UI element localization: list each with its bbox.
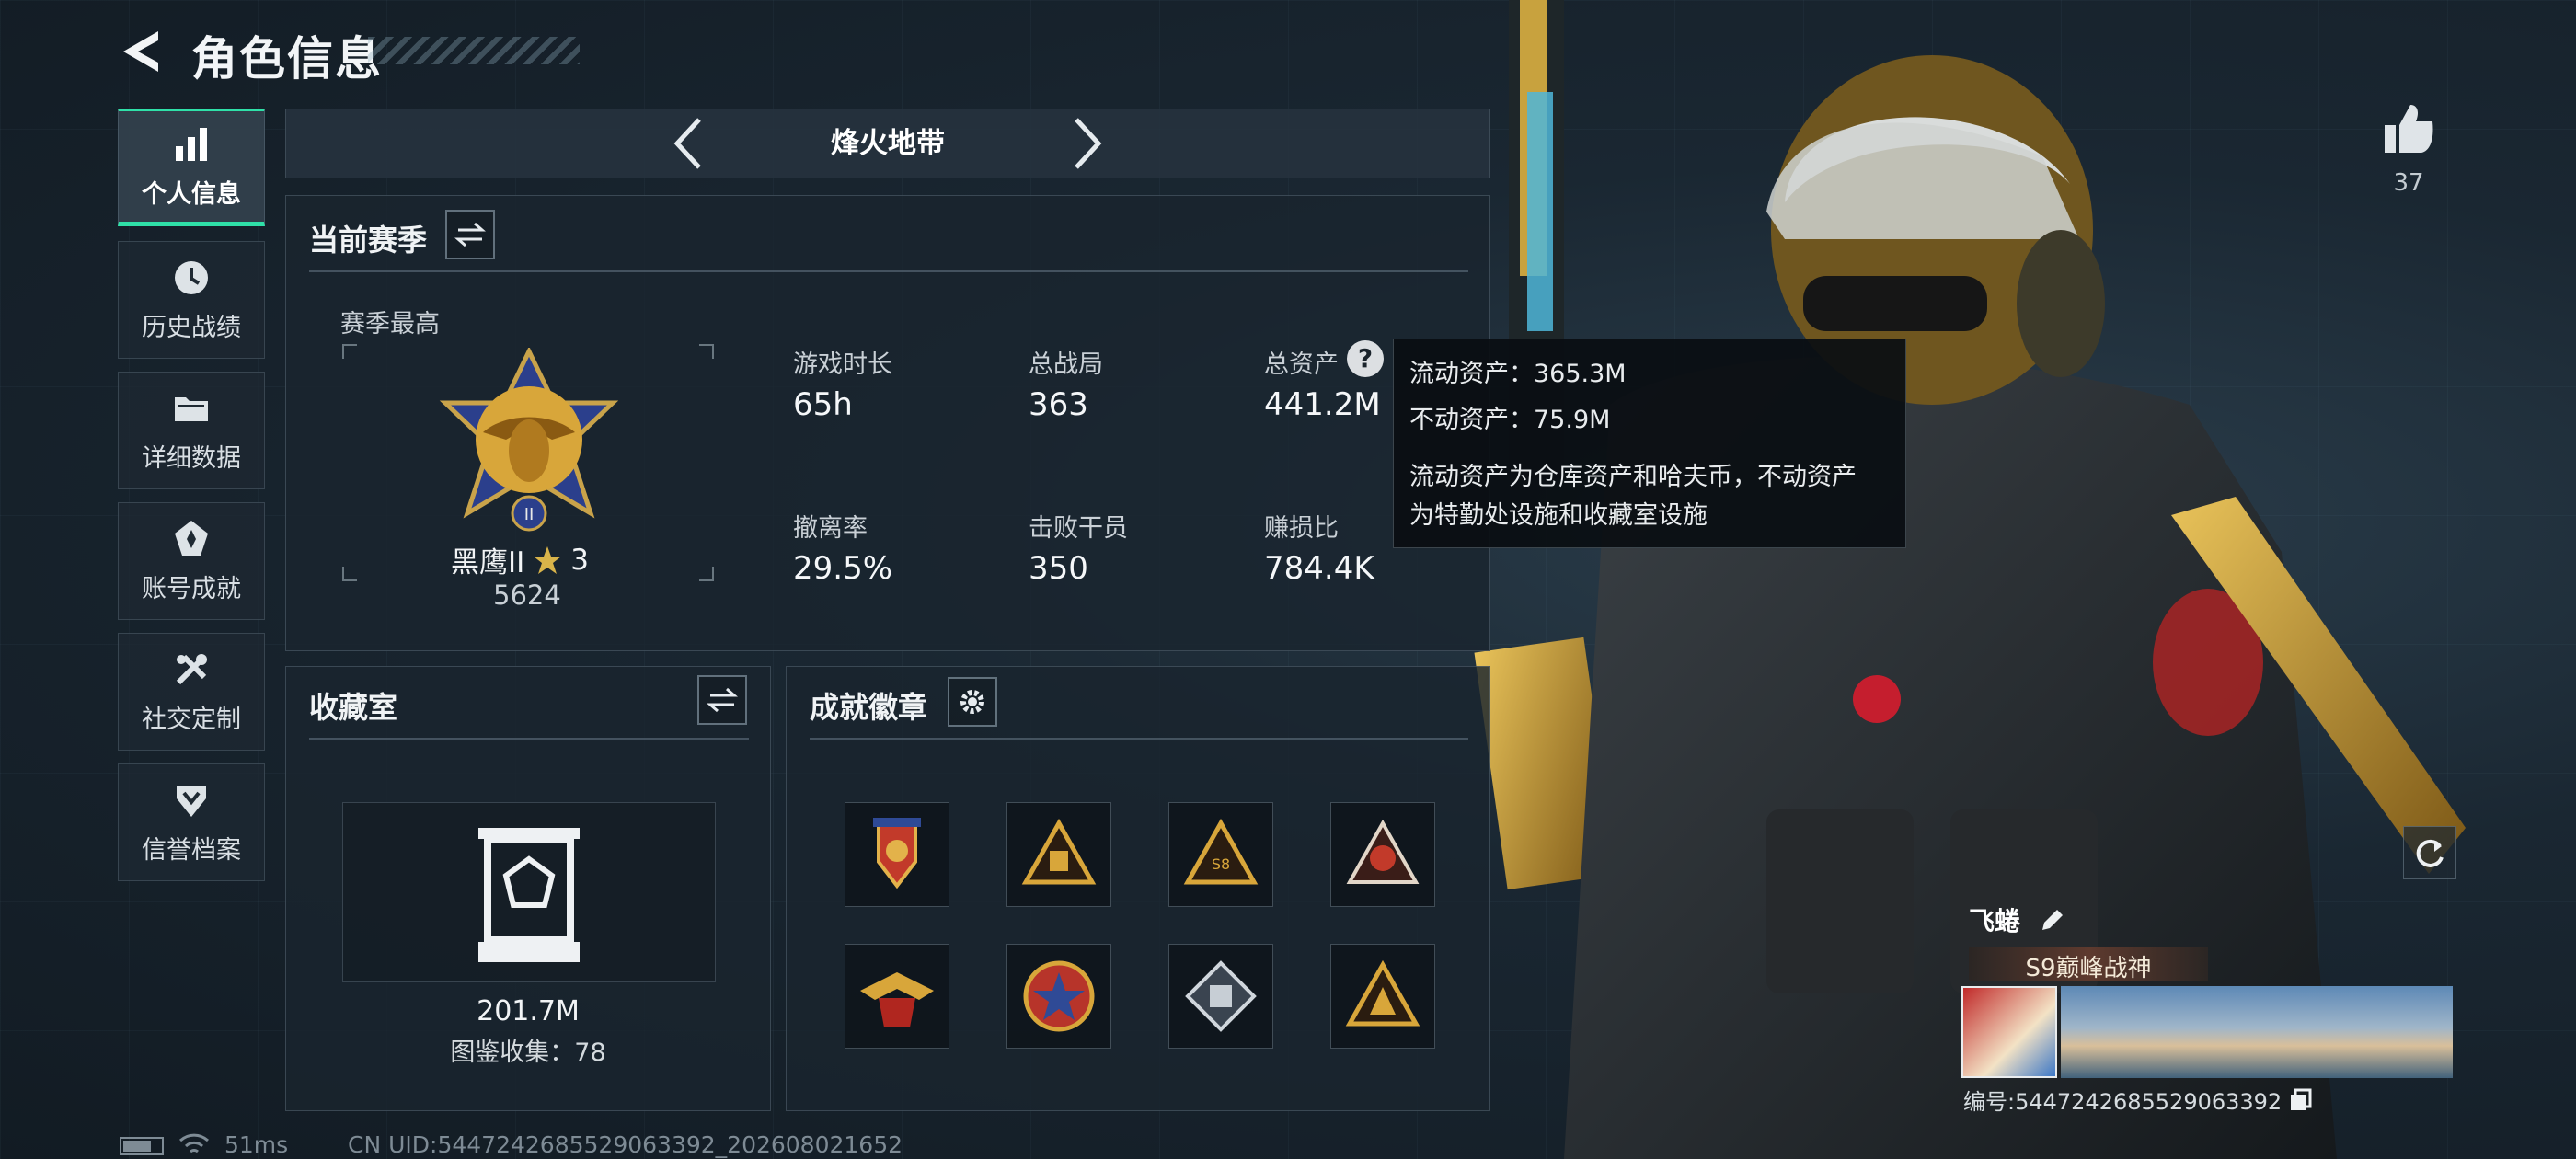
sidebar-item-label: 社交定制 (142, 705, 241, 734)
stat-label-play-time: 游戏时长 (793, 350, 892, 379)
wrench-tools-icon (176, 653, 207, 684)
red-eagle-badge-icon[interactable] (845, 802, 949, 907)
star-icon (534, 545, 562, 574)
frame-corner (342, 344, 357, 359)
player-avatar[interactable] (1961, 986, 2057, 1078)
frame-corner (699, 344, 714, 359)
rotate-icon (2416, 839, 2444, 867)
collection-panel-title: 收藏室 (309, 690, 398, 725)
stat-value-profit-loss-ratio: 784.4K (1264, 550, 1374, 587)
sidebar-item-personal-info[interactable]: 个人信息 (118, 109, 265, 226)
sidebar-item-label: 个人信息 (142, 179, 241, 209)
uid-text: CN UID:5447242685529063392_202608021652 (348, 1131, 903, 1158)
swap-arrows-icon (707, 687, 738, 713)
diamond-chip-badge-icon[interactable] (1168, 944, 1273, 1049)
panel-divider (309, 738, 749, 740)
gear-icon (960, 690, 984, 714)
sidebar-item-history[interactable]: 历史战绩 (118, 241, 265, 359)
battery-icon (120, 1137, 164, 1155)
svg-text:S8: S8 (1212, 855, 1230, 873)
stat-value-kills: 350 (1029, 550, 1088, 587)
stat-label-kills: 击败干员 (1029, 514, 1128, 543)
season-switch-button[interactable] (445, 210, 495, 259)
like-count: 37 (2393, 169, 2424, 197)
chevron-right-icon[interactable] (1069, 116, 1106, 171)
page-title: 角色信息 (191, 32, 383, 86)
sidebar-item-label: 信誉档案 (142, 835, 241, 865)
rank-row: 黑鹰II 3 (451, 539, 589, 580)
player-name-row: 飞蜷 (1969, 901, 2066, 938)
gold-pyramid-badge-icon[interactable] (1330, 944, 1435, 1049)
sidebar-item-detailed-data[interactable]: 详细数据 (118, 372, 265, 489)
tooltip-liquid-assets: 流动资产：365.3M (1409, 360, 1627, 388)
s9-emblem-badge-icon[interactable] (1330, 802, 1435, 907)
display-case-icon (478, 828, 580, 962)
frame-corner (699, 567, 714, 581)
stat-label-total-matches: 总战局 (1029, 350, 1103, 379)
swap-arrows-icon (454, 222, 486, 247)
collection-value: 201.7M (477, 995, 580, 1027)
edit-pencil-icon[interactable] (2039, 906, 2066, 934)
rank-name: 黑鹰II (451, 546, 525, 580)
bar-chart-icon (176, 127, 207, 161)
tooltip-description-line2: 为特勤处设施和收藏室设施 (1409, 501, 1708, 530)
player-name: 飞蜷 (1969, 906, 2021, 936)
tooltip-description-line1: 流动资产为仓库资产和哈夫币，不动资产 (1409, 463, 1857, 491)
s10-wings-badge-icon[interactable] (845, 944, 949, 1049)
star-shield-badge-icon[interactable] (1006, 944, 1111, 1049)
rotate-view-button[interactable] (2403, 826, 2456, 879)
achievement-medal-icon (175, 520, 208, 556)
thumbs-up-icon[interactable] (2381, 101, 2436, 156)
player-id: 编号:544724268552906339​2 (1963, 1089, 2283, 1115)
help-question-icon[interactable]: ? (1347, 340, 1384, 377)
stat-value-extraction-rate: 29.5% (793, 550, 893, 587)
sidebar-item-label: 详细数据 (142, 443, 241, 473)
folder-icon (175, 396, 208, 421)
frame-corner (342, 567, 357, 581)
player-title: S9巅峰战神 (2025, 955, 2152, 982)
badge-settings-button[interactable] (948, 677, 997, 727)
s8-pyramid-badge-icon[interactable]: S8 (1168, 802, 1273, 907)
network-ping: 51ms (224, 1131, 289, 1158)
panel-divider (810, 738, 1468, 740)
season-panel-title: 当前赛季 (309, 223, 428, 258)
stat-value-play-time: 65h (793, 386, 853, 423)
sidebar-item-account-achievements[interactable]: 账号成就 (118, 502, 265, 620)
rank-score: 5624 (493, 580, 561, 611)
tooltip-fixed-assets: 不动资产：75.9M (1409, 406, 1611, 434)
sunset-pyramid-badge-icon[interactable] (1006, 802, 1111, 907)
sidebar-item-reputation[interactable]: 信誉档案 (118, 763, 265, 881)
panel-divider (309, 270, 1468, 272)
badges-panel-title: 成就徽章 (810, 690, 928, 725)
sidebar-item-social-custom[interactable]: 社交定制 (118, 633, 265, 751)
stat-value-total-matches: 363 (1029, 386, 1088, 423)
rank-stars: 3 (570, 543, 590, 577)
back-arrow-icon[interactable] (118, 28, 164, 75)
stat-label-profit-loss-ratio: 赚损比 (1264, 514, 1339, 543)
sidebar-item-label: 历史战绩 (142, 313, 241, 342)
season-best-label: 赛季最高 (340, 310, 440, 339)
wifi-icon (178, 1133, 210, 1153)
title-decoration (368, 37, 580, 64)
catalog-count: 图鉴收集：78 (450, 1039, 606, 1067)
player-name-card-banner[interactable] (2061, 986, 2453, 1078)
stat-label-total-assets: 总资产 (1264, 350, 1339, 379)
shield-chevron-icon (177, 785, 206, 817)
sidebar-item-label: 账号成就 (142, 574, 241, 603)
stat-value-total-assets: 441.2M (1264, 386, 1381, 423)
player-id-row: 编号:544724268552906339​2 (1963, 1084, 2313, 1116)
copy-icon[interactable] (2289, 1088, 2313, 1112)
history-clock-icon (175, 260, 208, 294)
mode-title: 烽火地带 (831, 127, 945, 160)
collection-switch-button[interactable] (697, 675, 747, 725)
svg-text:II: II (524, 505, 535, 524)
black-hawk-rank-emblem-icon: II (439, 348, 619, 532)
stat-label-extraction-rate: 撤离率 (793, 514, 868, 543)
